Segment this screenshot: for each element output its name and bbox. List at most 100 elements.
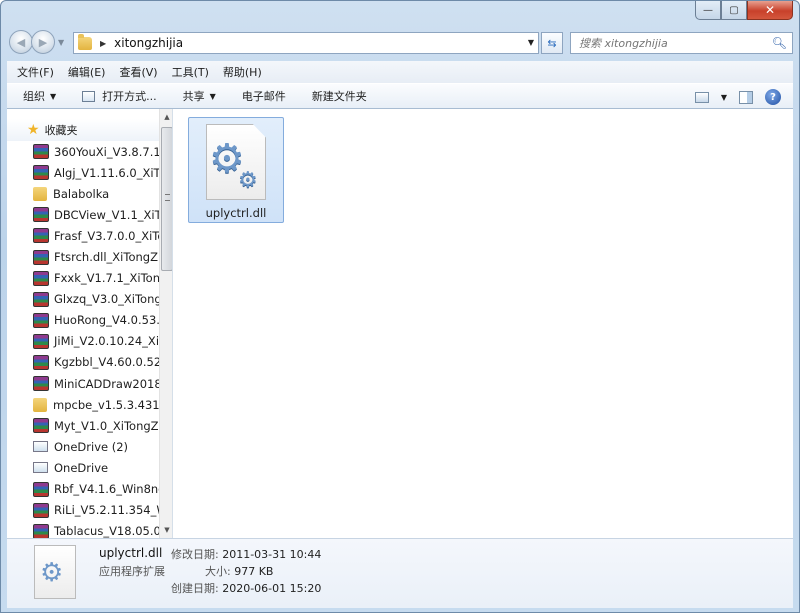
sidebar-item[interactable]: Tablacus_V18.05.01 — [33, 521, 159, 538]
preview-pane-icon[interactable] — [739, 90, 753, 104]
sidebar-item[interactable]: 360YouXi_V3.8.7.10 — [33, 141, 159, 162]
archive-icon — [33, 354, 49, 370]
back-arrow-icon: ◀ — [16, 35, 26, 49]
sidebar-item-label: OneDrive (2) — [54, 439, 129, 454]
sidebar-item[interactable]: DBCView_V1.1_XiTo — [33, 204, 159, 225]
sidebar-item[interactable]: Glxzq_V3.0_XiTong — [33, 289, 159, 310]
grip-icon — [165, 194, 170, 201]
view-options-dropdown-icon[interactable]: ▼ — [721, 93, 727, 102]
sidebar-item[interactable]: Fxxk_V1.7.1_XiTong — [33, 268, 159, 289]
chevron-down-icon: ▼ — [50, 91, 57, 101]
breadcrumb-chevron-icon[interactable]: ▶ — [100, 39, 106, 48]
command-bar: 组织 ▼ 打开方式... 共享 ▼ 电子邮件 新建文件夹 ▼ ? — [7, 83, 793, 109]
chevron-down-icon: ▼ — [209, 91, 216, 101]
explorer-body: ★ 收藏夹 360YouXi_V3.8.7.10 Algj_V1.11.6.0_X… — [7, 109, 793, 538]
archive-icon — [33, 312, 49, 328]
sidebar-item-label: Ftsrch.dll_XiTongZh — [54, 250, 159, 265]
address-bar[interactable]: ▶ xitongzhijia ▼ — [73, 32, 539, 54]
sidebar-item[interactable]: HuoRong_V4.0.53.6 — [33, 310, 159, 331]
menu-edit[interactable]: 编辑(E) — [68, 64, 106, 80]
sidebar-item[interactable]: RiLi_V5.2.11.354_Wi — [33, 500, 159, 521]
share-label: 共享 — [182, 90, 205, 103]
maximize-button[interactable]: ▢ — [721, 1, 747, 20]
email-button[interactable]: 电子邮件 — [242, 88, 286, 104]
menu-help[interactable]: 帮助(H) — [223, 64, 262, 80]
archive-icon — [33, 481, 49, 497]
close-icon: ✕ — [764, 3, 776, 17]
open-with-icon — [82, 90, 96, 102]
toolbar-right: ▼ ? — [694, 89, 781, 105]
share-button[interactable]: 共享 ▼ — [183, 88, 216, 104]
modified-label: 修改日期: — [171, 548, 219, 561]
sidebar-item[interactable]: MiniCADDraw2018 — [33, 373, 159, 394]
dll-file-icon: ⚙ — [34, 545, 76, 599]
change-view-icon[interactable] — [694, 91, 709, 103]
forward-arrow-icon: ▶ — [38, 35, 48, 49]
close-button[interactable]: ✕ — [747, 1, 793, 20]
file-item[interactable]: ⚙ ⚙ uplyctrl.dll — [188, 117, 284, 223]
sidebar-item[interactable]: JiMi_V2.0.10.24_XiT — [33, 331, 159, 352]
archive-icon — [33, 523, 49, 538]
details-size: 大小: 977 KB — [193, 563, 273, 579]
sidebar-item-label: Frasf_V3.7.0.0_XiTo — [54, 228, 159, 243]
details-created: 创建日期: 2020-06-01 15:20 — [171, 580, 321, 596]
sidebar-item[interactable]: Myt_V1.0_XiTongZh — [33, 415, 159, 436]
sidebar-item[interactable]: OneDrive (2) — [33, 436, 159, 457]
address-history-dropdown[interactable]: ▼ — [528, 38, 534, 47]
folder-icon — [33, 397, 47, 412]
breadcrumb-item[interactable]: xitongzhijia — [114, 36, 183, 50]
sidebar-item[interactable]: Frasf_V3.7.0.0_XiTo — [33, 225, 159, 246]
sidebar-item[interactable]: Kgzbbl_V4.60.0.520 — [33, 352, 159, 373]
email-label: 电子邮件 — [241, 90, 286, 103]
help-icon[interactable]: ? — [765, 89, 781, 105]
archive-icon — [33, 291, 49, 307]
sidebar-item-label: MiniCADDraw2018 — [54, 376, 159, 391]
minimize-button[interactable]: — — [695, 1, 721, 20]
sidebar-item-label: Glxzq_V3.0_XiTong — [54, 292, 159, 307]
archive-icon — [33, 270, 49, 286]
search-box[interactable]: 🔍︎ — [570, 32, 793, 54]
sidebar-item[interactable]: Rbf_V4.1.6_Win8net — [33, 479, 159, 500]
refresh-button[interactable]: ⇆ — [541, 32, 563, 54]
details-pane: ⚙ uplyctrl.dll 应用程序扩展 修改日期: 2011-03-31 1… — [7, 538, 793, 608]
gear-icon: ⚙ — [238, 168, 258, 193]
search-icon[interactable]: 🔍︎ — [772, 36, 787, 50]
archive-icon — [33, 333, 49, 349]
organize-button[interactable]: 组织 ▼ — [23, 88, 56, 104]
navigation-buttons: ◀ ▶ ▼ — [9, 30, 64, 54]
back-button[interactable]: ◀ — [9, 30, 33, 54]
scrollbar-thumb[interactable] — [161, 127, 172, 271]
sidebar-item-label: Rbf_V4.1.6_Win8net — [54, 482, 159, 497]
favorites-header[interactable]: ★ 收藏夹 — [7, 119, 159, 141]
gear-icon: ⚙ — [40, 558, 64, 588]
created-label: 创建日期: — [171, 582, 219, 595]
sidebar-item-label: 360YouXi_V3.8.7.10 — [54, 144, 159, 159]
search-input[interactable] — [579, 36, 769, 50]
sidebar-item[interactable]: mpcbe_v1.5.3.4312 — [33, 394, 159, 415]
archive-icon — [33, 376, 49, 392]
nav-pane-scrollbar[interactable]: ▲ ▼ — [159, 109, 172, 538]
new-folder-button[interactable]: 新建文件夹 — [312, 88, 367, 104]
sidebar-item[interactable]: OneDrive — [33, 457, 159, 478]
menu-file[interactable]: 文件(F) — [17, 64, 54, 80]
sidebar-item[interactable]: Balabolka — [33, 183, 159, 204]
sidebar-item[interactable]: Ftsrch.dll_XiTongZh — [33, 246, 159, 267]
scroll-up-icon[interactable]: ▲ — [160, 109, 172, 125]
sidebar-item-label: HuoRong_V4.0.53.6 — [54, 313, 159, 328]
open-with-button[interactable]: 打开方式... — [82, 88, 157, 104]
folder-icon — [78, 33, 92, 50]
caption-buttons: — ▢ ✕ — [695, 1, 793, 20]
recent-pages-dropdown[interactable]: ▼ — [58, 38, 64, 47]
scroll-down-icon[interactable]: ▼ — [160, 522, 172, 538]
sidebar-item-label: mpcbe_v1.5.3.4312 — [53, 397, 159, 412]
refresh-icon: ⇆ — [547, 36, 557, 50]
archive-icon — [33, 418, 49, 434]
menu-tools[interactable]: 工具(T) — [172, 64, 209, 80]
favorites-label: 收藏夹 — [44, 124, 78, 137]
sidebar-item[interactable]: Algj_V1.11.6.0_XiTo — [33, 162, 159, 183]
new-folder-label: 新建文件夹 — [311, 90, 367, 103]
sidebar-item-label: Algj_V1.11.6.0_XiTo — [54, 165, 159, 180]
menu-view[interactable]: 查看(V) — [119, 64, 157, 80]
forward-button[interactable]: ▶ — [31, 30, 55, 54]
menu-bar: 文件(F) 编辑(E) 查看(V) 工具(T) 帮助(H) — [7, 61, 793, 83]
